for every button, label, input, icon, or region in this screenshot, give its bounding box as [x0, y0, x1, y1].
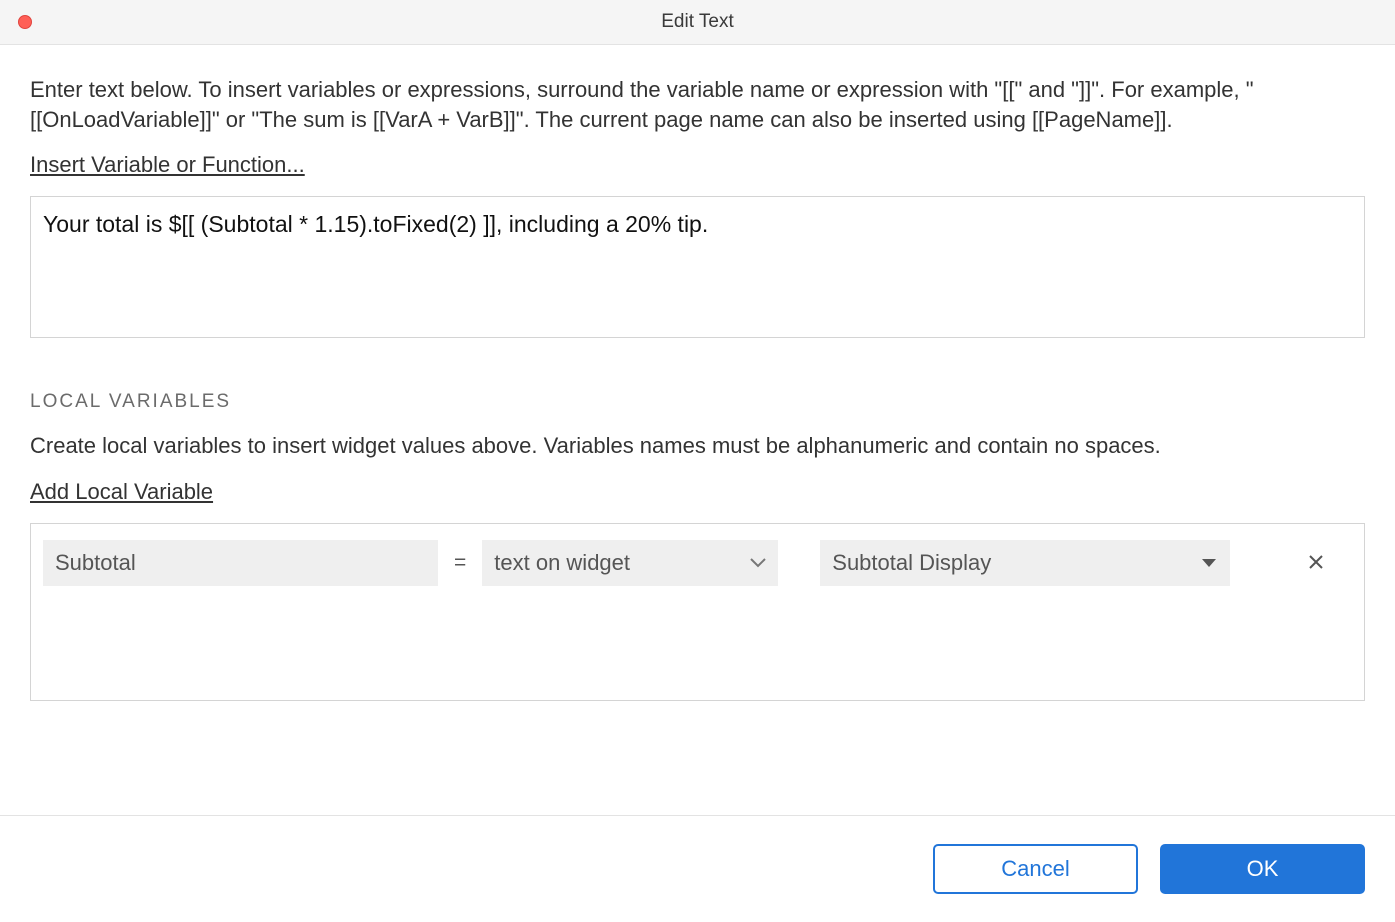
equals-label: = [448, 551, 472, 575]
variable-widget-value: Subtotal Display [832, 550, 991, 576]
dialog-footer: Cancel OK [0, 815, 1395, 922]
expression-text-input[interactable] [30, 196, 1365, 338]
local-variables-container: = text on widget Subtotal Display [30, 523, 1365, 701]
close-icon [1308, 554, 1324, 570]
insert-variable-link[interactable]: Insert Variable or Function... [30, 152, 305, 178]
variable-type-value: text on widget [494, 550, 630, 576]
variable-type-dropdown[interactable]: text on widget [482, 540, 778, 586]
chevron-down-icon [750, 558, 766, 568]
window-controls [18, 15, 32, 29]
ok-button[interactable]: OK [1160, 844, 1365, 894]
local-variables-description: Create local variables to insert widget … [30, 431, 1365, 461]
cancel-button[interactable]: Cancel [933, 844, 1138, 894]
variable-widget-dropdown[interactable]: Subtotal Display [820, 540, 1230, 586]
instructions-text: Enter text below. To insert variables or… [30, 75, 1365, 134]
local-variables-header: LOCAL VARIABLES [30, 391, 1365, 413]
add-local-variable-link[interactable]: Add Local Variable [30, 479, 213, 505]
close-window-button[interactable] [18, 15, 32, 29]
variable-name-input[interactable] [43, 540, 438, 586]
caret-down-icon [1202, 559, 1216, 567]
dialog-content: Enter text below. To insert variables or… [0, 45, 1395, 701]
window-title: Edit Text [661, 11, 734, 33]
window-titlebar: Edit Text [0, 0, 1395, 45]
variable-row: = text on widget Subtotal Display [43, 540, 1352, 586]
delete-variable-button[interactable] [1300, 542, 1332, 584]
